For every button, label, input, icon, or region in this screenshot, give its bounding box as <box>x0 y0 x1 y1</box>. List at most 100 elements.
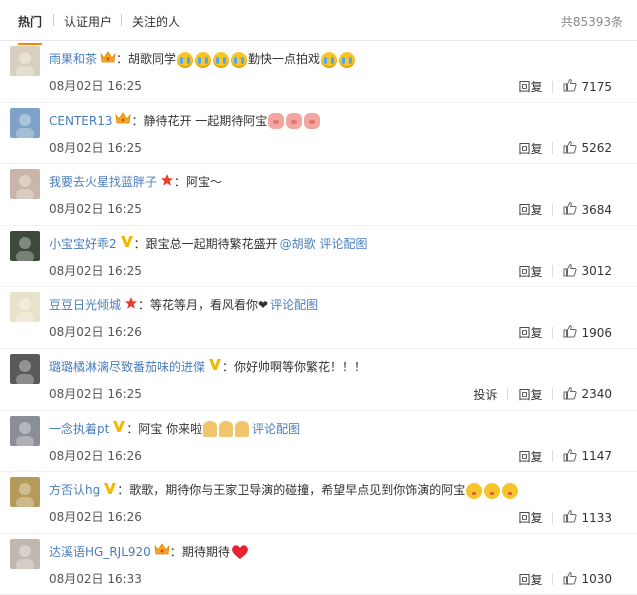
comment-text: 跟宝总一起期待繁花盛开 <box>145 236 278 251</box>
report-button[interactable]: 投诉 <box>473 386 497 403</box>
comment-line: 小宝宝好乖2 ：跟宝总一起期待繁花盛开 @胡歌 评论配图 <box>49 234 368 255</box>
thumbs-up-icon <box>563 448 578 465</box>
cry-emoji-icon <box>213 51 230 68</box>
comment-link[interactable]: 评论配图 <box>252 422 300 436</box>
avatar[interactable] <box>10 538 40 569</box>
like-button[interactable]: 3684 <box>563 201 612 218</box>
kiss-emoji-icon <box>466 482 483 499</box>
reply-button[interactable]: 回复 <box>518 201 542 218</box>
action-divider <box>552 573 554 586</box>
avatar[interactable] <box>10 46 40 76</box>
cry-emoji-icon <box>231 51 248 68</box>
v-icon[interactable] <box>103 481 117 501</box>
comment-link[interactable]: 评论配图 <box>270 298 318 312</box>
username-link[interactable]: 豆豆日光倾城 <box>49 298 121 312</box>
like-button[interactable]: 3012 <box>563 263 612 280</box>
username-link[interactable]: CENTER13 <box>49 114 112 128</box>
tab-following[interactable]: 关注的人 <box>132 13 180 30</box>
v-icon[interactable] <box>112 419 126 439</box>
username-link[interactable]: 小宝宝好乖2 <box>49 237 117 251</box>
username-link[interactable]: 雨果和茶 <box>49 52 97 66</box>
pray-emoji-icon <box>203 421 218 438</box>
username-link[interactable]: 达溪语HG_RJL920 <box>49 545 151 559</box>
reply-button[interactable]: 回复 <box>518 386 542 403</box>
reply-button[interactable]: 回复 <box>518 78 542 95</box>
comment-colon: ： <box>117 483 130 498</box>
comment-text: 歌歌，期待你与王家卫导演的碰撞，希望早点见到你饰演的阿宝 <box>129 483 466 498</box>
comment-link[interactable]: @胡歌 评论配图 <box>280 237 368 251</box>
avatar[interactable] <box>10 230 40 261</box>
reply-button[interactable]: 回复 <box>518 140 542 157</box>
cry-emoji-icon <box>195 51 212 68</box>
comment-timestamp: 08月02日 16:26 <box>49 510 142 525</box>
comment-actions: 回复 3684 <box>518 201 612 218</box>
comment-timestamp: 08月02日 16:26 <box>49 448 142 463</box>
reply-button[interactable]: 回复 <box>518 509 542 526</box>
username-link[interactable]: 方否认hg <box>49 483 100 497</box>
avatar[interactable] <box>10 292 40 323</box>
comment-colon: ： <box>222 359 235 374</box>
like-button[interactable]: 1147 <box>563 448 612 465</box>
like-count: 1906 <box>581 325 612 340</box>
comment-timestamp: 08月02日 16:25 <box>49 386 142 401</box>
like-button[interactable]: 7175 <box>563 78 612 95</box>
comment-tabs: 热门 认证用户 关注的人 共85393条 <box>0 0 637 45</box>
like-button[interactable]: 2340 <box>563 386 612 403</box>
username-link[interactable]: 我要去火星找蓝胖子 <box>49 175 157 189</box>
action-divider <box>552 142 554 155</box>
reply-button[interactable]: 回复 <box>518 263 542 280</box>
action-divider <box>552 265 554 278</box>
thumbs-up-icon <box>563 201 578 218</box>
pray-emoji-icon <box>235 421 250 438</box>
reply-button[interactable]: 回复 <box>518 448 542 465</box>
action-divider <box>552 80 554 93</box>
tab-hot[interactable]: 热门 <box>18 13 43 45</box>
cry-emoji-icon <box>177 51 194 68</box>
action-divider <box>552 450 554 463</box>
v-icon[interactable] <box>120 234 134 254</box>
comment-actions: 回复 5262 <box>518 140 612 157</box>
crown-icon[interactable] <box>154 542 170 562</box>
comment-actions: 回复 7175 <box>518 78 612 95</box>
comment-line: 豆豆日光倾城 ：等花等月，看风看你❤ 评论配图 <box>49 295 318 316</box>
action-divider <box>552 511 554 524</box>
avatar[interactable] <box>10 107 40 138</box>
comment-line: CENTER13 ：静待花开 一起期待阿宝 <box>49 111 321 132</box>
crown-icon[interactable] <box>115 111 132 131</box>
reply-button[interactable]: 回复 <box>518 571 542 588</box>
avatar[interactable] <box>10 477 40 508</box>
star-icon[interactable] <box>124 296 138 316</box>
like-button[interactable]: 5262 <box>563 140 612 157</box>
crown-icon[interactable] <box>100 50 116 70</box>
avatar[interactable] <box>10 415 40 446</box>
like-button[interactable]: 1906 <box>563 324 612 341</box>
comment-timestamp: 08月02日 16:25 <box>49 79 142 93</box>
reply-button[interactable]: 回复 <box>518 324 542 341</box>
comment-line: 雨果和茶 ：胡歌同学 勤快一点拍戏 <box>49 49 356 70</box>
comment-list: 雨果和茶 ：胡歌同学 勤快一点拍戏 08月02日 16:25 回复 7175 CENTER1… <box>0 41 637 595</box>
avatar[interactable] <box>10 353 40 384</box>
v-icon[interactable] <box>208 357 222 377</box>
username-link[interactable]: 璐璐橘淋漓尽致番茄味的进傑 <box>49 360 205 374</box>
comment-actions: 投诉 回复 2340 <box>473 386 612 403</box>
cry-emoji-icon <box>321 51 338 68</box>
star-icon[interactable] <box>160 173 174 193</box>
tab-verified-users[interactable]: 认证用户 <box>64 13 112 30</box>
comment-text: 你好帅啊等你繁花！！！ <box>234 359 367 374</box>
pray-emoji-icon <box>219 421 234 438</box>
like-count: 1030 <box>581 572 612 587</box>
comment-text: 期待期待 <box>181 544 230 559</box>
comment-colon: ： <box>131 113 144 128</box>
comment-item: 豆豆日光倾城 ：等花等月，看风看你❤ 评论配图 08月02日 16:26 回复 1906 <box>0 287 637 349</box>
like-button[interactable]: 1133 <box>563 509 612 526</box>
comment-colon: ： <box>174 175 187 190</box>
comment-item: 雨果和茶 ：胡歌同学 勤快一点拍戏 08月02日 16:25 回复 7175 <box>0 41 637 103</box>
like-count: 7175 <box>581 79 612 94</box>
avatar[interactable] <box>10 169 40 200</box>
comment-timestamp: 08月02日 16:33 <box>49 571 142 586</box>
total-comment-count: 共85393条 <box>560 15 623 29</box>
like-button[interactable]: 1030 <box>563 571 612 588</box>
comment-text: 胡歌同学 <box>128 52 177 66</box>
username-link[interactable]: 一念执着pt <box>49 422 109 436</box>
tab-divider <box>53 14 54 26</box>
